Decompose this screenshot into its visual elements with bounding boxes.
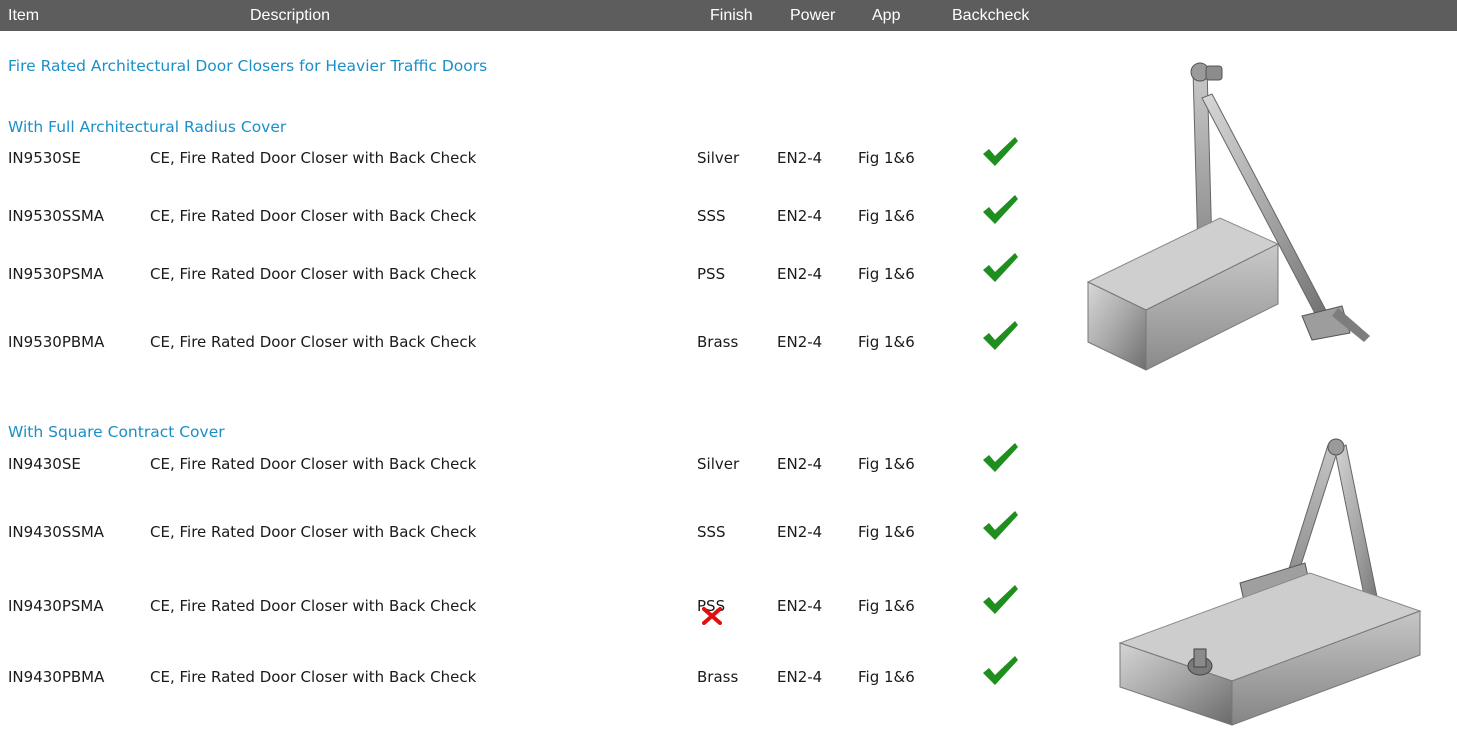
item-power: EN2-4 xyxy=(777,207,823,225)
table-row: IN9430PBMA CE, Fire Rated Door Closer wi… xyxy=(0,656,1100,696)
item-app: Fig 1&6 xyxy=(858,597,915,615)
item-finish: Brass xyxy=(697,668,739,686)
header-app: App xyxy=(872,7,901,24)
section-title-square-cover: With Square Contract Cover xyxy=(8,423,225,441)
header-description: Description xyxy=(250,7,331,24)
item-code: IN9430PSMA xyxy=(8,597,104,615)
header-finish: Finish xyxy=(710,7,753,24)
door-closer-radius-cover-image xyxy=(1080,58,1440,402)
item-power: EN2-4 xyxy=(777,668,823,686)
header-power: Power xyxy=(790,7,836,24)
item-code: IN9530SSMA xyxy=(8,207,105,225)
item-description: CE, Fire Rated Door Closer with Back Che… xyxy=(150,333,477,351)
check-icon xyxy=(980,193,1020,231)
section-title-radius-cover: With Full Architectural Radius Cover xyxy=(8,118,287,136)
check-icon xyxy=(980,251,1020,289)
item-description: CE, Fire Rated Door Closer with Back Che… xyxy=(150,523,477,541)
item-finish: Brass xyxy=(697,333,739,351)
table-row: IN9530PBMA CE, Fire Rated Door Closer wi… xyxy=(0,321,1100,361)
item-power: EN2-4 xyxy=(777,597,823,615)
table-row: IN9530PSMA CE, Fire Rated Door Closer wi… xyxy=(0,253,1100,293)
item-description: CE, Fire Rated Door Closer with Back Che… xyxy=(150,668,477,686)
table-row: IN9430PSMA CE, Fire Rated Door Closer wi… xyxy=(0,585,1100,625)
item-power: EN2-4 xyxy=(777,523,823,541)
table-row: IN9530SE CE, Fire Rated Door Closer with… xyxy=(0,137,1100,177)
check-icon xyxy=(980,509,1020,547)
check-icon xyxy=(980,583,1020,621)
item-app: Fig 1&6 xyxy=(858,523,915,541)
item-app: Fig 1&6 xyxy=(858,333,915,351)
table-row: IN9530SSMA CE, Fire Rated Door Closer wi… xyxy=(0,195,1100,235)
page-title: Fire Rated Architectural Door Closers fo… xyxy=(8,57,488,75)
table-header: Item Description Finish Power App Backch… xyxy=(0,0,1457,31)
item-power: EN2-4 xyxy=(777,265,823,283)
item-finish: SSS xyxy=(697,523,726,541)
item-description: CE, Fire Rated Door Closer with Back Che… xyxy=(150,149,477,167)
item-app: Fig 1&6 xyxy=(858,265,915,283)
door-closer-square-cover-image xyxy=(1110,433,1455,737)
header-item: Item xyxy=(8,7,40,24)
table-row: IN9430SSMA CE, Fire Rated Door Closer wi… xyxy=(0,511,1100,551)
check-icon xyxy=(980,319,1020,357)
item-power: EN2-4 xyxy=(777,149,823,167)
item-finish: Silver xyxy=(697,455,740,473)
item-description: CE, Fire Rated Door Closer with Back Che… xyxy=(150,207,477,225)
item-code: IN9530PBMA xyxy=(8,333,105,351)
item-finish: Silver xyxy=(697,149,740,167)
item-description: CE, Fire Rated Door Closer with Back Che… xyxy=(150,265,477,283)
item-finish: PSS xyxy=(697,265,726,283)
item-description: CE, Fire Rated Door Closer with Back Che… xyxy=(150,455,477,473)
item-code: IN9530PSMA xyxy=(8,265,104,283)
item-power: EN2-4 xyxy=(777,333,823,351)
item-description: CE, Fire Rated Door Closer with Back Che… xyxy=(150,597,477,615)
item-app: Fig 1&6 xyxy=(858,668,915,686)
item-code: IN9430PBMA xyxy=(8,668,105,686)
item-code: IN9530SE xyxy=(8,149,81,167)
header-backcheck: Backcheck xyxy=(952,7,1030,24)
item-app: Fig 1&6 xyxy=(858,455,915,473)
item-code: IN9430SE xyxy=(8,455,81,473)
item-app: Fig 1&6 xyxy=(858,149,915,167)
item-app: Fig 1&6 xyxy=(858,207,915,225)
item-finish: SSS xyxy=(697,207,726,225)
item-code: IN9430SSMA xyxy=(8,523,105,541)
check-icon xyxy=(980,654,1020,692)
check-icon xyxy=(980,441,1020,479)
check-icon xyxy=(980,135,1020,173)
cross-icon xyxy=(702,607,722,629)
table-row: IN9430SE CE, Fire Rated Door Closer with… xyxy=(0,443,1100,483)
item-power: EN2-4 xyxy=(777,455,823,473)
